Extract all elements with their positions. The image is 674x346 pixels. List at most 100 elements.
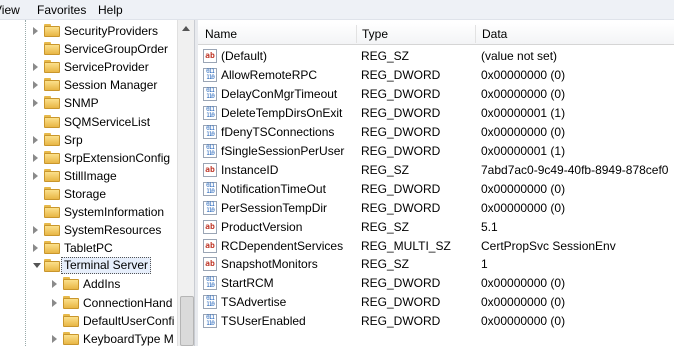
- registry-value-row[interactable]: 011 110 fDenyTSConnections REG_DWORD 0x00000…: [198, 123, 674, 142]
- tree-item[interactable]: Terminal Server: [0, 257, 177, 275]
- tree-item[interactable]: SecurityProviders: [0, 22, 177, 40]
- registry-value-row[interactable]: 011 110 StartRCM REG_DWORD 0x00000000 (0): [198, 274, 674, 293]
- folder-icon: [44, 186, 60, 200]
- tree-item-label: DefaultUserConfi: [83, 313, 175, 328]
- menu-favorites[interactable]: Favorites: [37, 3, 86, 17]
- value-type: REG_DWORD: [361, 295, 441, 310]
- expand-arrow-icon[interactable]: [33, 99, 38, 108]
- registry-value-row[interactable]: 011 110 PerSessionTempDir REG_DWORD 0x000000…: [198, 199, 674, 218]
- tree-item[interactable]: SystemInformation: [0, 203, 177, 221]
- value-type: REG_SZ: [361, 219, 410, 234]
- expand-arrow-icon[interactable]: [33, 81, 38, 90]
- expand-arrow-icon[interactable]: [33, 135, 38, 144]
- column-divider[interactable]: [475, 25, 476, 43]
- tree-item-label: TabletPC: [64, 241, 113, 256]
- tree-item[interactable]: Session Manager: [0, 76, 177, 94]
- value-data: 0x00000000 (0): [481, 181, 566, 196]
- value-data: 0x00000000 (0): [481, 295, 566, 310]
- value-data: 0x00000000 (0): [481, 124, 566, 139]
- value-type: REG_SZ: [361, 162, 410, 177]
- tree-item[interactable]: SystemResources: [0, 221, 177, 239]
- tree-child-item[interactable]: DefaultUserConfi: [0, 312, 177, 330]
- value-data: 0x00000000 (0): [481, 86, 566, 101]
- value-type: REG_DWORD: [361, 181, 441, 196]
- value-name: RCDependentServices: [221, 238, 344, 253]
- tree-item-label: SrpExtensionConfig: [64, 150, 171, 165]
- value-data: 7abd7ac0-9c49-40fb-8949-878cef0: [481, 162, 669, 177]
- tree-item-label: SystemInformation: [64, 205, 165, 219]
- tree-item[interactable]: SQMServiceList: [0, 113, 177, 131]
- column-header-type[interactable]: Type: [362, 27, 388, 41]
- registry-value-row[interactable]: ab SnapshotMonitors REG_SZ 1: [198, 255, 674, 274]
- tree-item[interactable]: SNMP: [0, 94, 177, 112]
- expand-arrow-open-icon[interactable]: [33, 263, 41, 269]
- folder-icon: [63, 295, 79, 309]
- registry-value-row[interactable]: 011 110 NotificationTimeOut REG_DWORD 0x0000…: [198, 180, 674, 199]
- scroll-up-arrow-icon[interactable]: [182, 26, 190, 31]
- value-data: 0x00000001 (1): [481, 105, 566, 120]
- tree-item[interactable]: Srp: [0, 131, 177, 149]
- value-data: 0x00000000 (0): [481, 276, 566, 291]
- tree-item[interactable]: Storage: [0, 185, 177, 203]
- tree-vertical-scrollbar[interactable]: [177, 20, 195, 346]
- tree-item[interactable]: SrpExtensionConfig: [0, 149, 177, 167]
- tree-child-item[interactable]: ConnectionHand: [0, 294, 177, 312]
- string-value-icon: ab: [203, 162, 217, 177]
- value-type: REG_DWORD: [361, 276, 441, 291]
- menu-help[interactable]: Help: [98, 3, 123, 17]
- column-divider[interactable]: [356, 25, 357, 43]
- column-header-name[interactable]: Name: [205, 27, 237, 41]
- tree-item[interactable]: ServiceGroupOrder: [0, 40, 177, 58]
- value-data: 1: [481, 257, 488, 272]
- folder-icon: [44, 60, 60, 74]
- tree-child-item[interactable]: AddIns: [0, 275, 177, 293]
- string-value-icon: ab: [203, 238, 217, 253]
- value-name: NotificationTimeOut: [221, 181, 326, 196]
- folder-icon: [63, 277, 79, 291]
- registry-key-tree: SecurityProviders ServiceGroupOrder Servic…: [0, 20, 194, 346]
- registry-value-row[interactable]: ab InstanceID REG_SZ 7abd7ac0-9c49-40fb-894…: [198, 161, 674, 180]
- folder-icon: [63, 331, 79, 345]
- expand-arrow-icon[interactable]: [33, 153, 38, 162]
- expand-arrow-icon[interactable]: [33, 63, 38, 72]
- registry-value-row[interactable]: 011 110 DeleteTempDirsOnExit REG_DWORD 0x000…: [198, 104, 674, 123]
- tree-item-label: SystemResources: [64, 223, 162, 238]
- registry-value-row[interactable]: 011 110 AllowRemoteRPC REG_DWORD 0x00000000 …: [198, 66, 674, 85]
- value-type: REG_DWORD: [361, 124, 441, 139]
- menu-view[interactable]: View: [0, 3, 20, 17]
- expand-arrow-icon[interactable]: [52, 298, 57, 307]
- folder-icon: [44, 42, 60, 56]
- registry-value-row[interactable]: 011 110 fSingleSessionPerUser REG_DWORD 0x00…: [198, 142, 674, 161]
- expand-arrow-icon[interactable]: [52, 280, 57, 289]
- column-header-data[interactable]: Data: [482, 27, 507, 41]
- tree-item[interactable]: StillImage: [0, 167, 177, 185]
- registry-value-row[interactable]: ab (Default) REG_SZ (value not set): [198, 47, 674, 66]
- expand-arrow-icon[interactable]: [33, 226, 38, 235]
- scrollbar-thumb[interactable]: [180, 296, 194, 346]
- tree-child-item[interactable]: KeyboardType M: [0, 330, 177, 346]
- tree-item[interactable]: TabletPC: [0, 239, 177, 257]
- tree-item-label: Storage: [64, 186, 107, 201]
- value-type: REG_SZ: [361, 49, 410, 63]
- registry-value-row[interactable]: ab ProductVersion REG_SZ 5.1: [198, 218, 674, 237]
- value-name: TSUserEnabled: [221, 314, 306, 329]
- expand-arrow-icon[interactable]: [33, 171, 38, 180]
- string-value-icon: ab: [203, 219, 217, 234]
- expand-arrow-icon[interactable]: [33, 27, 38, 35]
- registry-value-row[interactable]: ab RCDependentServices REG_MULTI_SZ CertPro…: [198, 237, 674, 256]
- tree-item-label: ServiceProvider: [64, 60, 149, 75]
- value-type: REG_SZ: [361, 257, 410, 272]
- tree-item-label: ServiceGroupOrder: [64, 42, 169, 57]
- values-pane: Name Type Data ab (Default) REG_SZ (value n…: [198, 20, 674, 346]
- registry-value-row[interactable]: 011 110 TSAdvertise REG_DWORD 0x00000000 (0): [198, 293, 674, 312]
- folder-icon: [44, 24, 60, 37]
- expand-arrow-icon[interactable]: [33, 244, 38, 253]
- binary-value-icon: 011 110: [203, 86, 217, 101]
- registry-value-row[interactable]: 011 110 DelayConMgrTimeout REG_DWORD 0x00000…: [198, 85, 674, 104]
- tree-item[interactable]: ServiceProvider: [0, 58, 177, 76]
- string-value-icon: ab: [203, 49, 217, 63]
- registry-value-row[interactable]: 011 110 TSUserEnabled REG_DWORD 0x00000000 (…: [198, 312, 674, 331]
- expand-arrow-icon[interactable]: [52, 334, 57, 343]
- binary-value-icon: 011 110: [203, 181, 217, 196]
- menu-bar: View Favorites Help: [0, 0, 674, 20]
